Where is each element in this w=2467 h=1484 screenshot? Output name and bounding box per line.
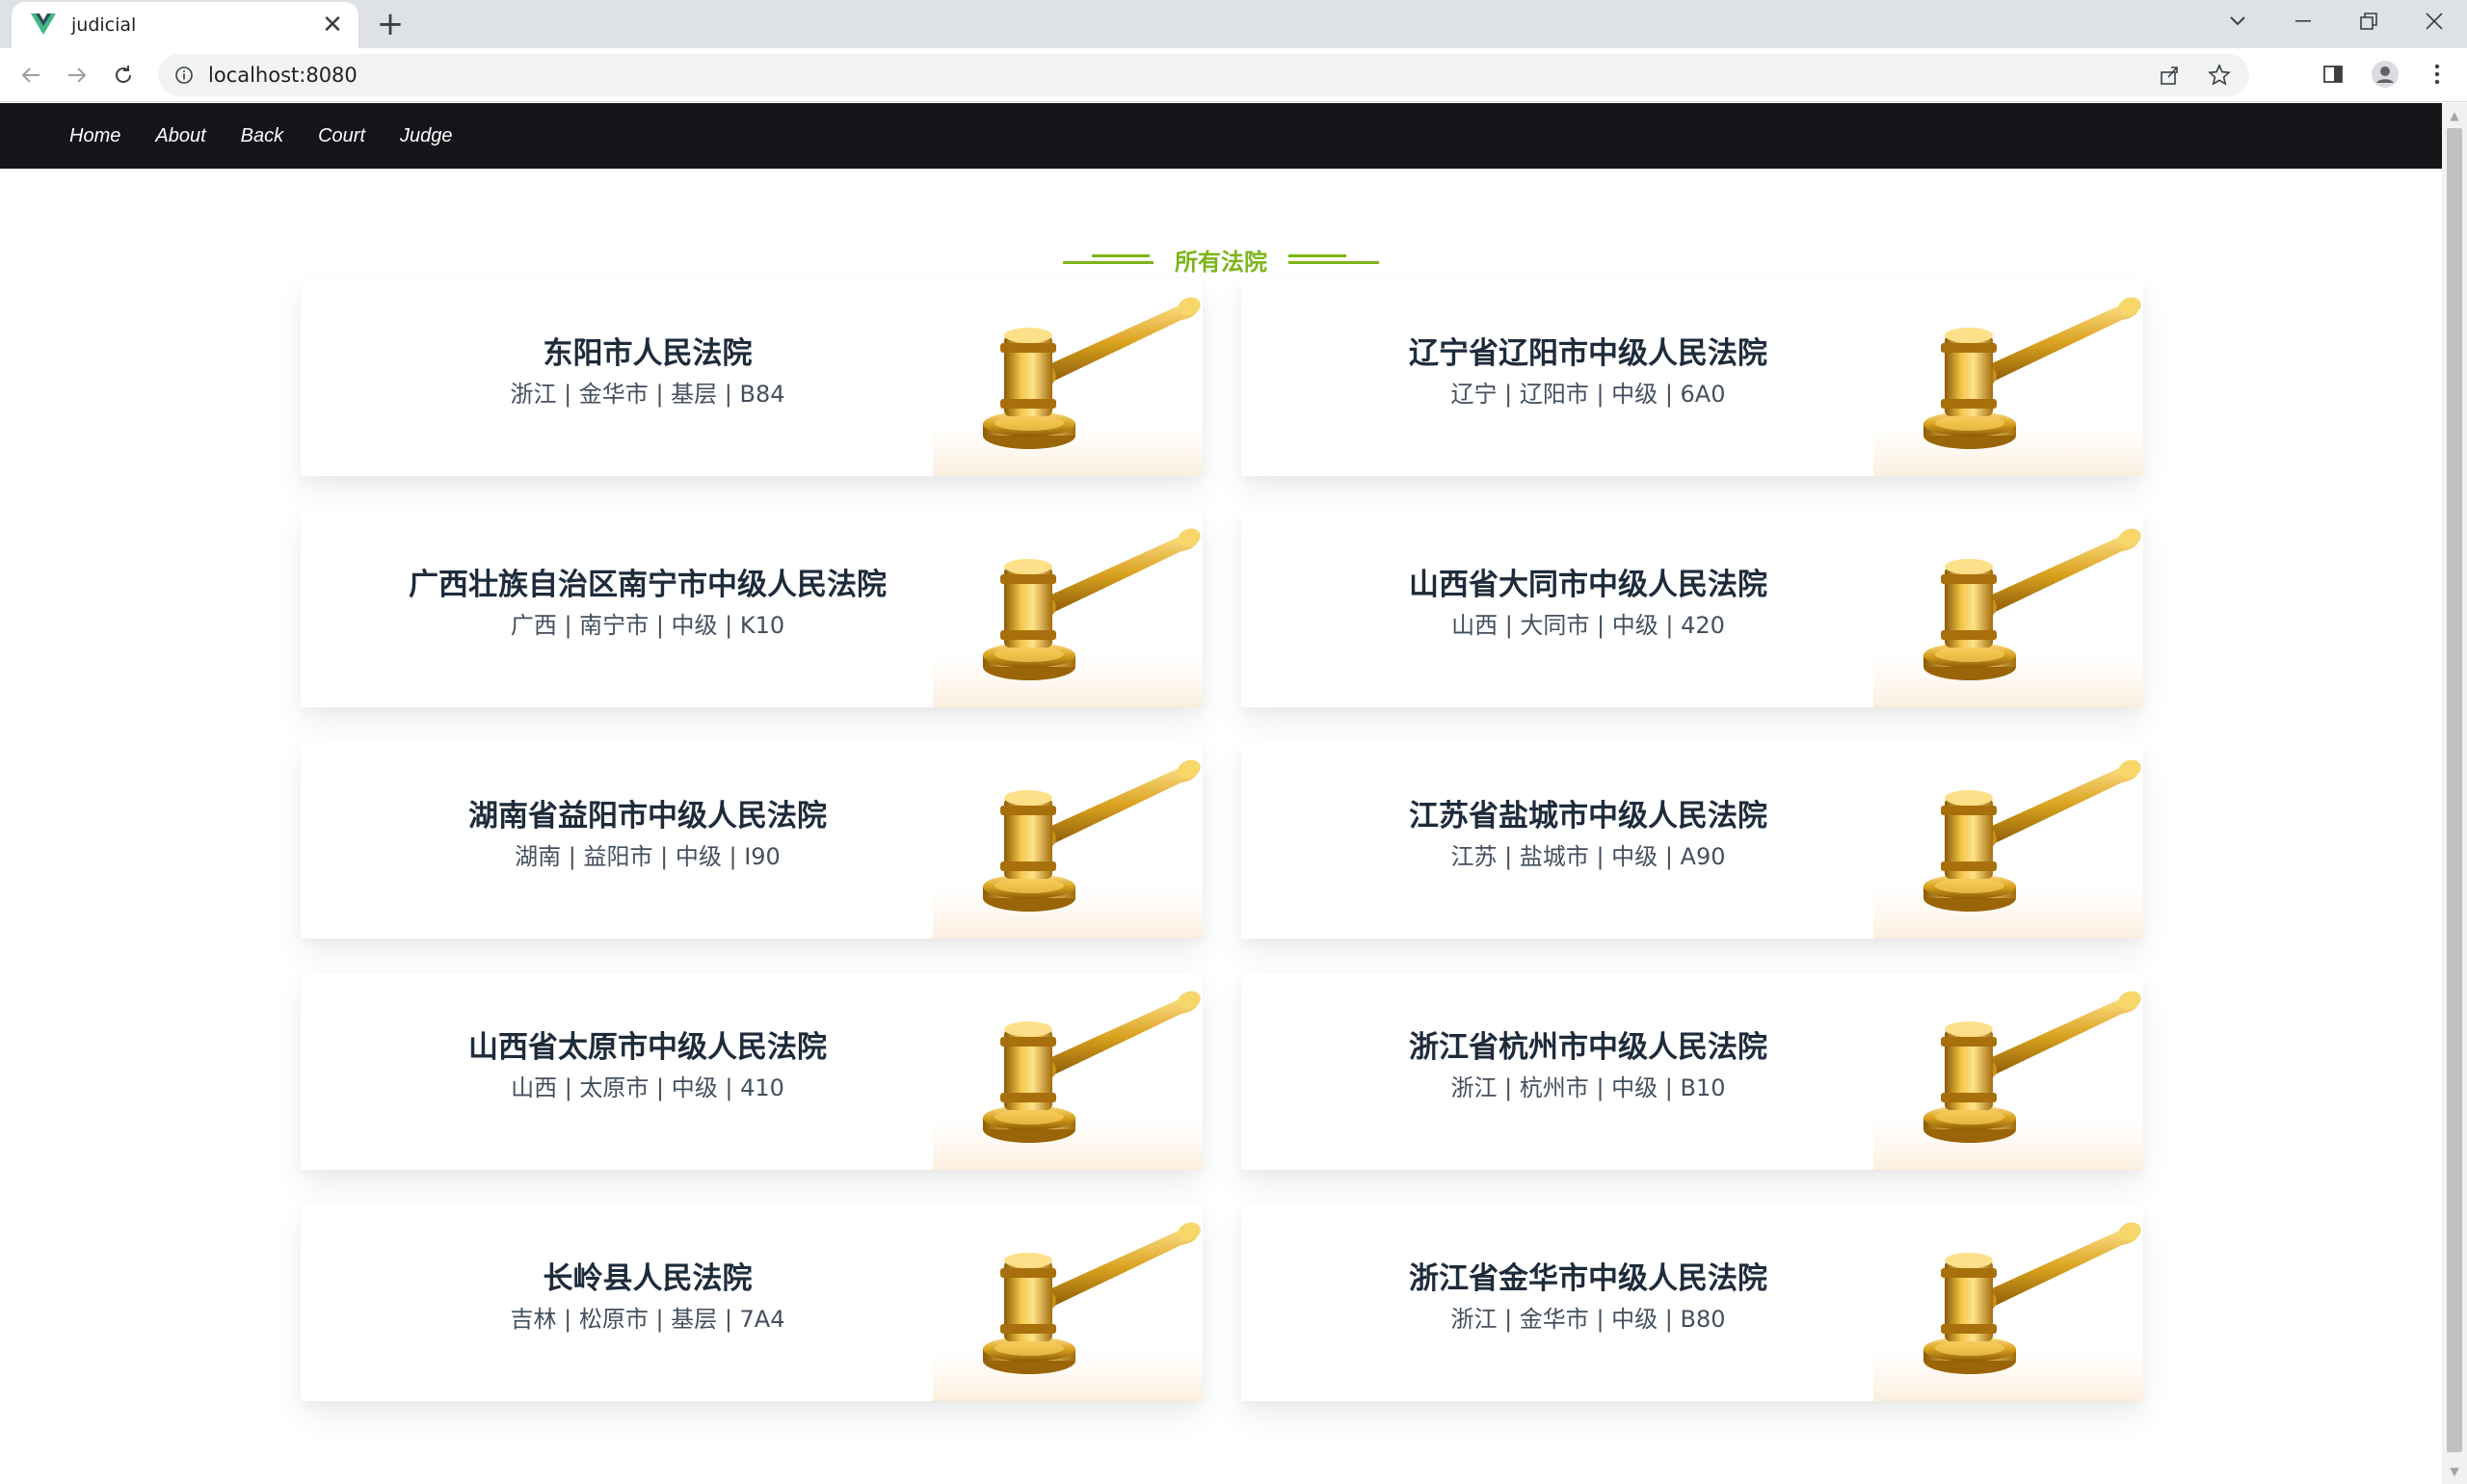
court-card-text: 广西壮族自治区南宁市中级人民法院广西 | 南宁市 | 中级 | K10 (301, 565, 995, 642)
nav-link-home[interactable]: Home (69, 125, 120, 147)
nav-link-court[interactable]: Court (318, 125, 365, 147)
court-card-text: 浙江省杭州市中级人民法院浙江 | 杭州市 | 中级 | B10 (1241, 1027, 1935, 1104)
close-window-icon[interactable] (2401, 0, 2467, 42)
minimize-icon[interactable] (2270, 0, 2336, 42)
court-name: 山西省太原市中级人民法院 (468, 1030, 827, 1065)
url-text: localhost:8080 (208, 64, 358, 87)
court-info: 浙江 | 杭州市 | 中级 | B10 (1450, 1074, 1726, 1101)
forward-arrow-icon[interactable] (60, 58, 94, 93)
nav-link-judge[interactable]: Judge (400, 125, 453, 147)
court-info: 山西 | 大同市 | 中级 | 420 (1451, 612, 1725, 639)
site-info-icon[interactable] (172, 63, 197, 88)
court-name: 广西壮族自治区南宁市中级人民法院 (409, 568, 887, 602)
court-card-text: 山西省太原市中级人民法院山西 | 太原市 | 中级 | 410 (301, 1027, 995, 1104)
section-title: 所有法院 (1175, 248, 1267, 276)
scroll-up-arrow-icon[interactable]: ▲ (2442, 103, 2467, 128)
tab-title: judicial (71, 14, 137, 36)
gavel-icon (1873, 991, 2143, 1170)
heading-decoration-right (1288, 252, 1379, 266)
court-name: 辽宁省辽阳市中级人民法院 (1409, 336, 1767, 371)
page-viewport: Home About Back Court Judge 所有法院 东阳市人民法院… (0, 103, 2467, 1484)
browser-tabstrip: judicial ✕ + (0, 0, 2467, 48)
court-card-text: 长岭县人民法院吉林 | 松原市 | 基层 | 7A4 (301, 1259, 995, 1336)
back-arrow-icon[interactable] (13, 58, 48, 93)
court-card[interactable]: 山西省大同市中级人民法院山西 | 大同市 | 中级 | 420 (1241, 511, 2143, 707)
nav-link-about[interactable]: About (155, 125, 205, 147)
court-info: 广西 | 南宁市 | 中级 | K10 (510, 612, 785, 639)
nav-link-back[interactable]: Back (241, 125, 283, 147)
bookmark-star-icon[interactable] (2203, 59, 2236, 92)
court-card[interactable]: 山西省太原市中级人民法院山西 | 太原市 | 中级 | 410 (301, 973, 1203, 1170)
court-info: 湖南 | 益阳市 | 中级 | I90 (515, 843, 781, 870)
share-icon[interactable] (2153, 59, 2186, 92)
reload-icon[interactable] (106, 58, 141, 93)
gavel-icon (1873, 297, 2143, 476)
gavel-icon (933, 1222, 1203, 1401)
court-info: 吉林 | 松原市 | 基层 | 7A4 (510, 1306, 785, 1333)
gavel-icon (1873, 759, 2143, 939)
court-name: 东阳市人民法院 (543, 336, 753, 371)
court-name: 湖南省益阳市中级人民法院 (468, 799, 827, 834)
court-card[interactable]: 辽宁省辽阳市中级人民法院辽宁 | 辽阳市 | 中级 | 6A0 (1241, 279, 2143, 476)
court-name: 山西省大同市中级人民法院 (1409, 568, 1767, 602)
court-card[interactable]: 东阳市人民法院浙江 | 金华市 | 基层 | B84 (301, 279, 1203, 476)
browser-menu-icon[interactable] (2421, 58, 2454, 91)
side-panel-icon[interactable] (2317, 58, 2349, 91)
vue-logo-icon (29, 11, 58, 40)
court-info: 辽宁 | 辽阳市 | 中级 | 6A0 (1450, 381, 1726, 408)
gavel-icon (933, 528, 1203, 707)
address-bar[interactable]: localhost:8080 (158, 54, 2249, 96)
section-heading: 所有法院 (0, 240, 2442, 278)
court-name: 浙江省杭州市中级人民法院 (1409, 1030, 1767, 1065)
page-scrollbar[interactable]: ▲ ▼ (2442, 103, 2467, 1484)
close-tab-icon[interactable]: ✕ (316, 9, 349, 41)
court-card-text: 辽宁省辽阳市中级人民法院辽宁 | 辽阳市 | 中级 | 6A0 (1241, 333, 1935, 411)
court-info: 浙江 | 金华市 | 中级 | B80 (1450, 1306, 1726, 1333)
court-card[interactable]: 江苏省盐城市中级人民法院江苏 | 盐城市 | 中级 | A90 (1241, 742, 2143, 939)
court-name: 长岭县人民法院 (543, 1261, 753, 1296)
browser-toolbar: localhost:8080 (0, 48, 2467, 102)
restore-icon[interactable] (2336, 0, 2401, 42)
scroll-down-arrow-icon[interactable]: ▼ (2442, 1459, 2467, 1484)
gavel-icon (933, 991, 1203, 1170)
court-card-text: 湖南省益阳市中级人民法院湖南 | 益阳市 | 中级 | I90 (301, 796, 995, 873)
court-info: 江苏 | 盐城市 | 中级 | A90 (1450, 843, 1726, 870)
window-controls (2205, 0, 2467, 42)
tab-search-icon[interactable] (2205, 0, 2270, 42)
court-card[interactable]: 广西壮族自治区南宁市中级人民法院广西 | 南宁市 | 中级 | K10 (301, 511, 1203, 707)
court-name: 江苏省盐城市中级人民法院 (1409, 799, 1767, 834)
gavel-icon (1873, 528, 2143, 707)
court-card-text: 东阳市人民法院浙江 | 金华市 | 基层 | B84 (301, 333, 995, 411)
court-card[interactable]: 长岭县人民法院吉林 | 松原市 | 基层 | 7A4 (301, 1205, 1203, 1401)
site-navbar: Home About Back Court Judge (0, 103, 2442, 169)
court-card[interactable]: 浙江省金华市中级人民法院浙江 | 金华市 | 中级 | B80 (1241, 1205, 2143, 1401)
heading-decoration-left (1063, 252, 1154, 266)
scrollbar-thumb[interactable] (2447, 128, 2462, 1452)
court-info: 山西 | 太原市 | 中级 | 410 (511, 1074, 784, 1101)
court-card[interactable]: 湖南省益阳市中级人民法院湖南 | 益阳市 | 中级 | I90 (301, 742, 1203, 939)
gavel-icon (1873, 1222, 2143, 1401)
court-card[interactable]: 浙江省杭州市中级人民法院浙江 | 杭州市 | 中级 | B10 (1241, 973, 2143, 1170)
gavel-icon (933, 759, 1203, 939)
court-card-text: 江苏省盐城市中级人民法院江苏 | 盐城市 | 中级 | A90 (1241, 796, 1935, 873)
browser-tab[interactable]: judicial ✕ (12, 2, 358, 48)
profile-avatar-icon[interactable] (2369, 58, 2401, 91)
court-name: 浙江省金华市中级人民法院 (1409, 1261, 1767, 1296)
new-tab-icon[interactable]: + (374, 8, 407, 40)
gavel-icon (933, 297, 1203, 476)
court-info: 浙江 | 金华市 | 基层 | B84 (510, 381, 785, 408)
court-card-text: 浙江省金华市中级人民法院浙江 | 金华市 | 中级 | B80 (1241, 1259, 1935, 1336)
court-card-text: 山西省大同市中级人民法院山西 | 大同市 | 中级 | 420 (1241, 565, 1935, 642)
